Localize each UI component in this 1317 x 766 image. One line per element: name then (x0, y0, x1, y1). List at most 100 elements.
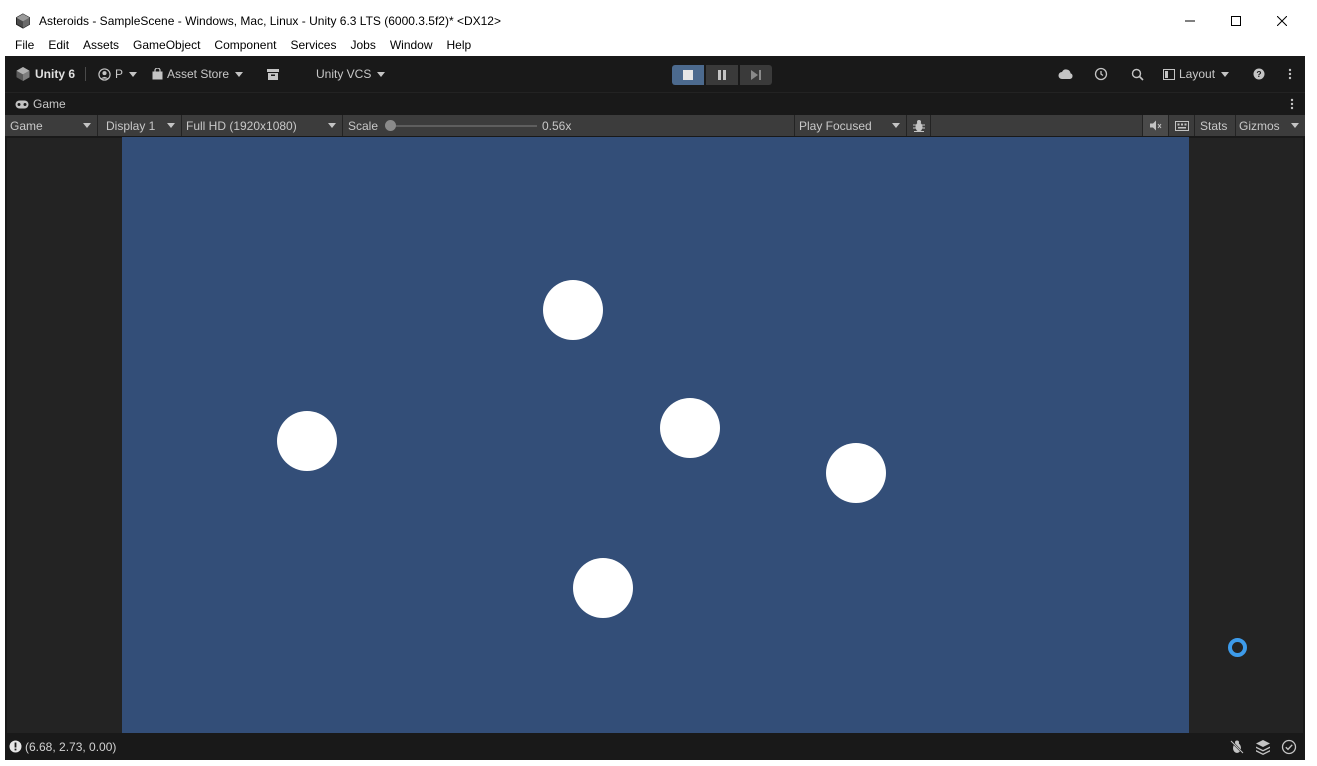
account-label: P (115, 67, 124, 81)
asset-store-dropdown[interactable]: Asset Store (152, 56, 244, 92)
layers-icon[interactable] (1255, 739, 1271, 755)
display-label: Display 1 (106, 118, 156, 133)
more-options-button[interactable] (1288, 56, 1292, 92)
bug-icon (912, 119, 925, 132)
stop-icon (683, 70, 693, 80)
asset-store-label: Asset Store (167, 67, 230, 81)
view-mode-label: Game (10, 118, 43, 133)
keyboard-icon (1174, 120, 1189, 131)
play-stop-button[interactable] (672, 65, 704, 85)
pause-button[interactable] (706, 65, 738, 85)
display-dropdown[interactable]: Display 1 (98, 115, 182, 136)
archive-icon (267, 68, 279, 80)
chevron-down-icon (1291, 123, 1299, 128)
menu-jobs[interactable]: Jobs (343, 35, 382, 56)
status-message[interactable]: (6.68, 2.73, 0.00) (25, 740, 116, 754)
help-button[interactable]: ? (1253, 56, 1265, 92)
chevron-down-icon (892, 123, 900, 128)
history-icon (1094, 67, 1108, 81)
speaker-mute-icon (1149, 120, 1161, 131)
play-mode-dropdown[interactable]: Play Focused (795, 115, 907, 136)
svg-text:?: ? (1256, 69, 1261, 79)
menu-file[interactable]: File (8, 35, 41, 56)
package-manager-button[interactable] (267, 56, 279, 92)
chevron-down-icon (377, 71, 386, 77)
toolbar-divider (85, 56, 86, 92)
unity-vcs-dropdown[interactable]: Unity VCS (316, 56, 386, 92)
view-mode-dropdown[interactable]: Game (5, 115, 98, 136)
chevron-down-icon (129, 71, 138, 77)
maximize-button[interactable] (1213, 6, 1259, 35)
layout-label: Layout (1179, 67, 1216, 81)
window-title: Asteroids - SampleScene - Windows, Mac, … (39, 13, 501, 28)
tab-game-label: Game (33, 97, 66, 111)
help-icon: ? (1253, 68, 1265, 80)
stats-button[interactable]: Stats (1195, 115, 1236, 136)
game-tab-strip: Game (5, 92, 1305, 115)
step-forward-icon (751, 70, 761, 80)
resolution-dropdown[interactable]: Full HD (1920x1080) (182, 115, 343, 136)
menu-services[interactable]: Services (283, 35, 343, 56)
menu-window[interactable]: Window (383, 35, 440, 56)
info-icon (9, 740, 22, 753)
close-window-button[interactable] (1259, 6, 1305, 35)
tab-options-button[interactable] (1290, 98, 1294, 113)
history-button[interactable] (1094, 56, 1108, 92)
menu-edit[interactable]: Edit (41, 35, 76, 56)
unity-version-label: Unity 6 (35, 67, 76, 81)
asteroid (826, 443, 886, 503)
gizmos-dropdown[interactable]: Gizmos (1236, 115, 1305, 136)
game-view-toolbar: Game Display 1 Full HD (1920x1080) Scale… (5, 115, 1305, 136)
loading-spinner-icon (1228, 638, 1247, 657)
asteroid (573, 558, 633, 618)
menu-help[interactable]: Help (440, 35, 479, 56)
unity-logo-icon (16, 12, 30, 29)
keyboard-shortcuts-button[interactable] (1169, 115, 1195, 136)
search-button[interactable] (1131, 56, 1144, 92)
cloud-icon (1058, 68, 1073, 79)
mute-audio-button[interactable] (1143, 115, 1169, 136)
gizmos-label: Gizmos (1239, 118, 1280, 133)
resolution-label: Full HD (1920x1080) (186, 118, 297, 133)
chevron-down-icon (328, 123, 336, 128)
tab-game[interactable]: Game (15, 97, 66, 111)
user-icon (98, 67, 111, 81)
play-mode-label: Play Focused (799, 118, 872, 133)
debug-off-icon[interactable] (1229, 739, 1245, 755)
kebab-menu-icon (1290, 98, 1294, 110)
cloud-button[interactable] (1058, 56, 1074, 92)
search-icon (1131, 68, 1144, 81)
unity-editor-window: Asteroids - SampleScene - Windows, Mac, … (5, 6, 1305, 760)
layout-dropdown[interactable]: Layout (1163, 56, 1230, 92)
asteroid (660, 398, 720, 458)
frame-debugger-button[interactable] (907, 115, 931, 136)
status-bar: (6.68, 2.73, 0.00) (5, 735, 1305, 760)
stats-label: Stats (1200, 118, 1228, 133)
minimize-button[interactable] (1167, 6, 1213, 35)
chevron-down-icon (167, 123, 175, 128)
close-icon (1277, 15, 1287, 26)
maximize-icon (1231, 15, 1241, 26)
main-toolbar: Unity 6 P Asset Store Unity VCS Layout ? (5, 56, 1305, 92)
shopping-bag-icon (152, 68, 163, 80)
vcs-label: Unity VCS (316, 67, 372, 81)
toolbar-spacer (931, 115, 1143, 136)
scale-label: Scale (348, 118, 379, 133)
scale-slider-handle[interactable] (385, 120, 396, 131)
menu-assets[interactable]: Assets (76, 35, 126, 56)
game-screen[interactable] (122, 137, 1189, 733)
menu-component[interactable]: Component (207, 35, 283, 56)
asteroid (543, 280, 603, 340)
chevron-down-icon (83, 123, 91, 128)
step-button[interactable] (740, 65, 772, 85)
menu-gameobject[interactable]: GameObject (126, 35, 207, 56)
minimize-icon (1185, 20, 1195, 21)
account-dropdown[interactable]: P (98, 56, 138, 92)
unity-account-button[interactable]: Unity 6 (15, 56, 75, 92)
unity-logo-icon (16, 67, 30, 81)
layout-icon (1163, 68, 1175, 80)
scale-slider-track[interactable] (391, 125, 537, 127)
title-bar: Asteroids - SampleScene - Windows, Mac, … (5, 6, 1305, 35)
menu-bar: File Edit Assets GameObject Component Se… (5, 35, 1305, 56)
check-circle-icon[interactable] (1281, 739, 1297, 755)
